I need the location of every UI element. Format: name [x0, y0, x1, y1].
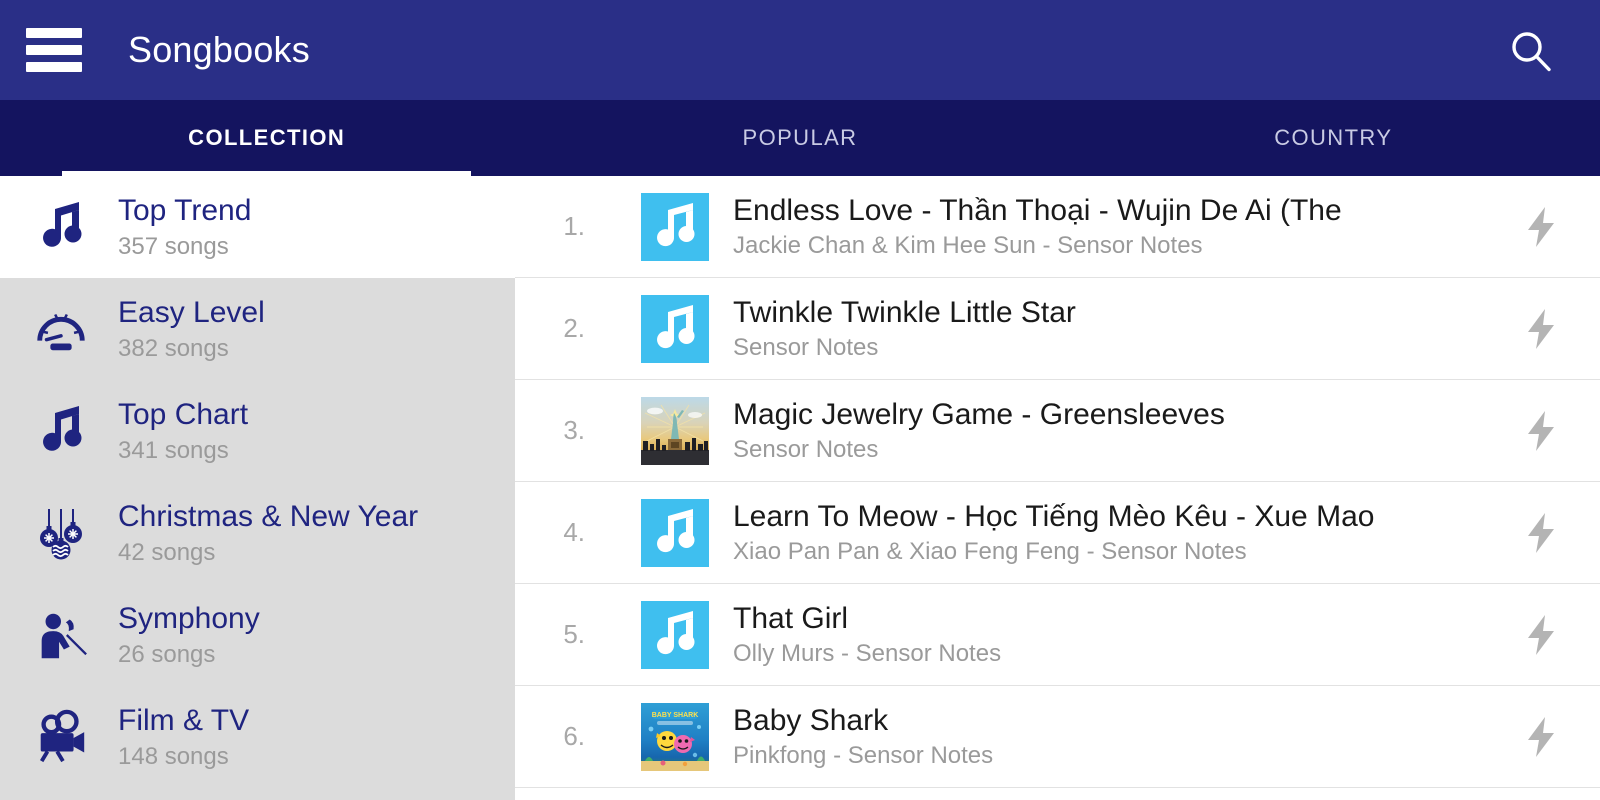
- song-thumbnail-album-art: [641, 396, 709, 465]
- song-rank: 3.: [563, 415, 585, 445]
- tab-popular[interactable]: POPULAR: [533, 100, 1066, 176]
- sidebar-item-count: 382 songs: [118, 334, 229, 362]
- tab-label: POPULAR: [742, 125, 858, 150]
- song-title: Magic Jewelry Game - Greensleeves: [733, 397, 1225, 431]
- song-list-item[interactable]: 2. Twinkle Twinkle Little Star Sensor No…: [515, 278, 1600, 380]
- song-thumbnail-music-note: [641, 600, 709, 669]
- hamburger-bar: [26, 28, 82, 38]
- sidebar-item-label: Top Chart: [118, 397, 249, 431]
- sidebar-item-text: Easy Level 382 songs: [118, 295, 265, 364]
- song-artist: Pinkfong - Sensor Notes: [733, 741, 994, 769]
- lightning-bolt-icon[interactable]: [1506, 308, 1576, 350]
- sidebar-item-text: Christmas & New Year 42 songs: [118, 499, 418, 568]
- song-thumbnail-music-note: [641, 294, 709, 363]
- song-artist: Sensor Notes: [733, 435, 879, 463]
- song-title: Baby Shark: [733, 703, 889, 737]
- sidebar-item-text: Top Trend 357 songs: [118, 193, 251, 262]
- song-meta: Endless Love - Thần Thoại - Wujin De Ai …: [733, 193, 1506, 261]
- ornaments-icon: [22, 494, 100, 572]
- song-meta: That Girl Olly Murs - Sensor Notes: [733, 601, 1506, 669]
- song-title: That Girl: [733, 601, 849, 635]
- lightning-bolt-icon[interactable]: [1506, 512, 1576, 554]
- sidebar-item-count: 42 songs: [118, 538, 216, 566]
- tab-country[interactable]: COUNTRY: [1067, 100, 1600, 176]
- sidebar-item-christmas-new-year[interactable]: Christmas & New Year 42 songs: [0, 482, 515, 584]
- song-rank: 5.: [563, 619, 585, 649]
- tab-collection[interactable]: COLLECTION: [0, 100, 533, 176]
- song-list-item[interactable]: 3. Magic Jewelry Game - Greensleeves Sen…: [515, 380, 1600, 482]
- movie-camera-icon: [22, 698, 100, 776]
- sidebar-item-label: Film & TV: [118, 703, 250, 737]
- lightning-bolt-icon[interactable]: [1506, 206, 1576, 248]
- song-meta: Baby Shark Pinkfong - Sensor Notes: [733, 703, 1506, 771]
- category-sidebar[interactable]: Top Trend 357 songs Easy Level 382 songs…: [0, 176, 515, 800]
- conductor-icon: [22, 596, 100, 674]
- song-list-item[interactable]: 5. That Girl Olly Murs - Sensor Notes: [515, 584, 1600, 686]
- sidebar-item-symphony[interactable]: Symphony 26 songs: [0, 584, 515, 686]
- song-artist: Sensor Notes: [733, 333, 879, 361]
- song-artist: Jackie Chan & Kim Hee Sun - Sensor Notes: [733, 231, 1203, 259]
- music-note-icon: [22, 188, 100, 266]
- song-meta: Magic Jewelry Game - Greensleeves Sensor…: [733, 397, 1506, 465]
- song-list-item[interactable]: 4. Learn To Meow - Học Tiếng Mèo Kêu - X…: [515, 482, 1600, 584]
- sidebar-item-label: Christmas & New Year: [118, 499, 419, 533]
- song-meta: Twinkle Twinkle Little Star Sensor Notes: [733, 295, 1506, 363]
- sidebar-item-film-tv[interactable]: Film & TV 148 songs: [0, 686, 515, 788]
- song-rank: 4.: [563, 517, 585, 547]
- song-rank: 2.: [563, 313, 585, 343]
- speedometer-icon: [22, 290, 100, 368]
- sidebar-item-text: Film & TV 148 songs: [118, 703, 249, 772]
- app-bar: Songbooks: [0, 0, 1600, 100]
- songbooks-app: Songbooks COLLECTION POPULAR COUNTRY Top…: [0, 0, 1600, 800]
- sidebar-item-top-trend[interactable]: Top Trend 357 songs: [0, 176, 515, 278]
- sidebar-item-count: 148 songs: [118, 742, 229, 770]
- music-note-icon: [22, 392, 100, 470]
- sidebar-item-label: Symphony: [118, 601, 260, 635]
- lightning-bolt-icon[interactable]: [1506, 410, 1576, 452]
- tab-bar: COLLECTION POPULAR COUNTRY: [0, 100, 1600, 176]
- song-title: Learn To Meow - Học Tiếng Mèo Kêu - Xue …: [733, 499, 1375, 533]
- song-artist: Olly Murs - Sensor Notes: [733, 639, 1002, 667]
- hamburger-menu-icon[interactable]: [26, 28, 82, 72]
- sidebar-item-text: Symphony 26 songs: [118, 601, 260, 670]
- song-artist: Xiao Pan Pan & Xiao Feng Feng - Sensor N…: [733, 537, 1247, 565]
- sidebar-item-top-chart[interactable]: Top Chart 341 songs: [0, 380, 515, 482]
- song-list[interactable]: 1. Endless Love - Thần Thoại - Wujin De …: [515, 176, 1600, 800]
- lightning-bolt-icon[interactable]: [1506, 716, 1576, 758]
- song-title: Endless Love - Thần Thoại - Wujin De Ai …: [733, 193, 1342, 227]
- lightning-bolt-icon[interactable]: [1506, 614, 1576, 656]
- sidebar-item-text: Top Chart 341 songs: [118, 397, 248, 466]
- song-list-item[interactable]: 6. BABY SHARK Baby Shark Pinkfong - Sens…: [515, 686, 1600, 788]
- song-thumbnail-music-note: [641, 498, 709, 567]
- sidebar-item-label: Top Trend: [118, 193, 252, 227]
- song-title: Twinkle Twinkle Little Star: [733, 295, 1076, 329]
- song-thumbnail-album-art: BABY SHARK: [641, 702, 709, 771]
- hamburger-bar: [26, 45, 82, 55]
- sidebar-item-easy-level[interactable]: Easy Level 382 songs: [0, 278, 515, 380]
- hamburger-bar: [26, 62, 82, 72]
- svg-text:BABY SHARK: BABY SHARK: [652, 712, 699, 719]
- song-rank: 6.: [563, 721, 585, 751]
- main-content: Top Trend 357 songs Easy Level 382 songs…: [0, 176, 1600, 800]
- sidebar-item-count: 357 songs: [118, 232, 229, 260]
- song-list-item[interactable]: 1. Endless Love - Thần Thoại - Wujin De …: [515, 176, 1600, 278]
- search-icon[interactable]: [1506, 26, 1556, 76]
- page-title: Songbooks: [128, 29, 310, 70]
- song-rank: 1.: [563, 211, 585, 241]
- tab-label: COUNTRY: [1274, 125, 1393, 150]
- song-meta: Learn To Meow - Học Tiếng Mèo Kêu - Xue …: [733, 499, 1506, 567]
- sidebar-item-label: Easy Level: [118, 295, 265, 329]
- song-thumbnail-music-note: [641, 192, 709, 261]
- sidebar-item-count: 341 songs: [118, 436, 229, 464]
- tab-label: COLLECTION: [188, 125, 346, 150]
- sidebar-item-count: 26 songs: [118, 640, 216, 668]
